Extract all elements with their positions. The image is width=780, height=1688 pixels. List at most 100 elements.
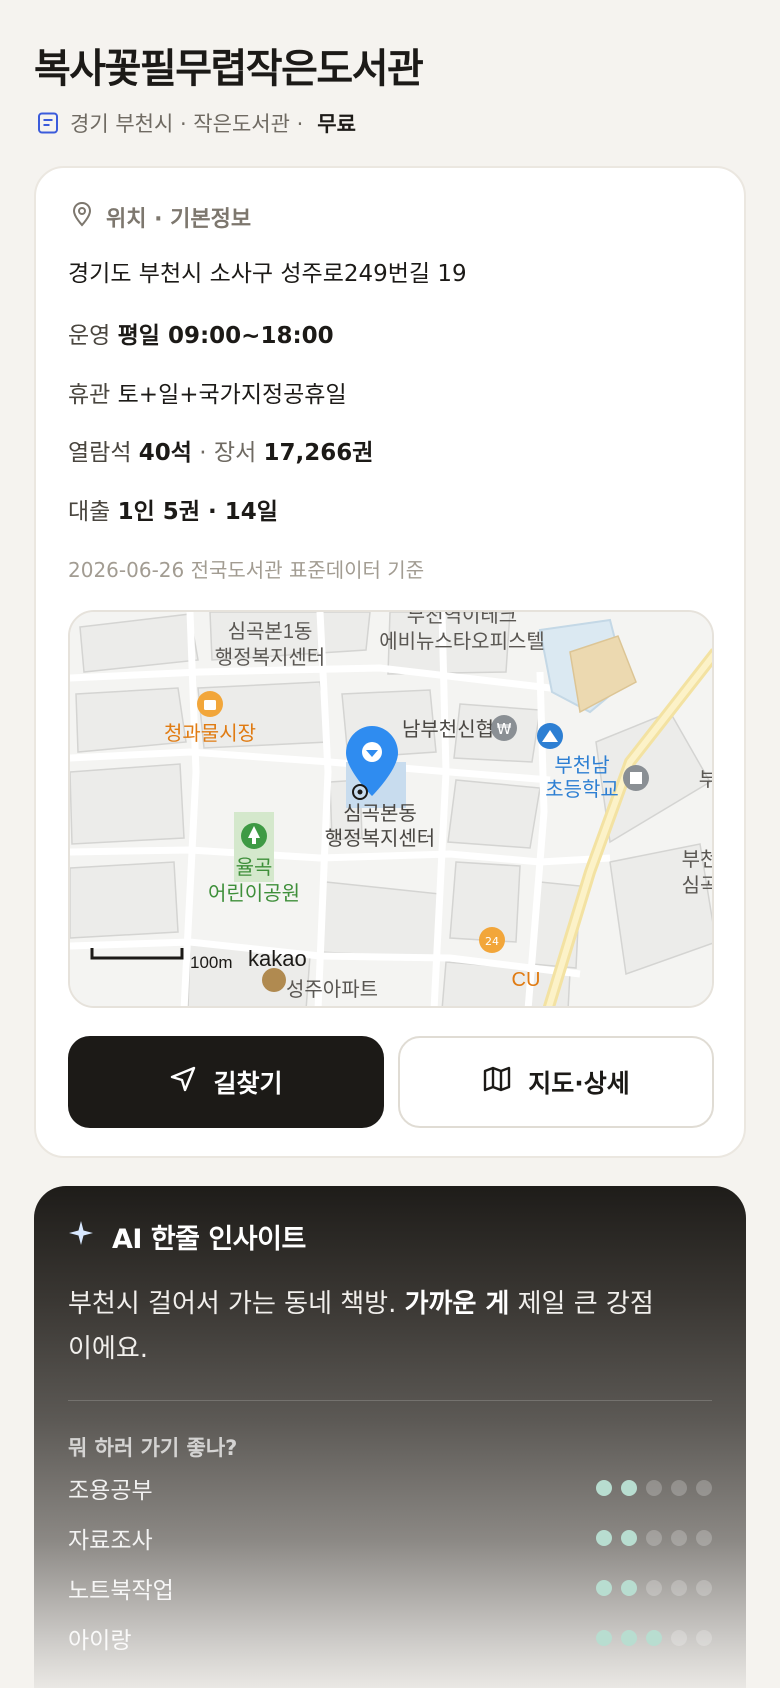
fee-badge: 무료 xyxy=(317,112,356,136)
activity-rating xyxy=(596,1480,712,1496)
map-detail-button-label: 지도·상세 xyxy=(528,1069,630,1098)
rating-dot xyxy=(671,1530,687,1546)
directions-button[interactable]: 길찾기 xyxy=(68,1036,384,1128)
loan-label: 대출 xyxy=(68,499,111,525)
map-label-center-1b: 행정복지센터 xyxy=(215,646,325,669)
divider xyxy=(68,1400,712,1401)
map-label-office-1: 부천역이테크 xyxy=(407,612,517,627)
activity-row: 아이랑 xyxy=(68,1622,712,1654)
seats-label: 열람석 xyxy=(68,440,132,466)
ai-insight-text-1: 부천시 걸어서 가는 동네 책방. xyxy=(68,1289,405,1319)
map-canvas[interactable]: 심곡본1동 행정복지센터 부천역이테크 에비뉴스타오피스텔 청과물시장 남부천신… xyxy=(70,612,714,1008)
hours-value: 평일 09:00~18:00 xyxy=(117,323,334,349)
map-label-school-2: 초등학교 xyxy=(545,778,619,801)
map-detail-button[interactable]: 지도·상세 xyxy=(398,1036,714,1128)
location-map[interactable]: 심곡본1동 행정복지센터 부천역이테크 에비뉴스타오피스텔 청과물시장 남부천신… xyxy=(68,610,714,1008)
map-label-center-2: 심곡본동 xyxy=(343,802,417,825)
activity-question: 뭐 하러 가기 좋나? xyxy=(68,1436,238,1460)
rating-dot xyxy=(671,1480,687,1496)
rating-dot xyxy=(696,1480,712,1496)
map-label-park-1: 율곡 xyxy=(236,857,273,879)
sparkle-icon xyxy=(68,1220,94,1253)
map-label-bank: 남부천신협 xyxy=(402,718,494,741)
closed-label: 휴관 xyxy=(68,382,111,408)
rating-dot xyxy=(596,1630,612,1646)
apartment-icon xyxy=(262,968,286,992)
rating-dot xyxy=(696,1580,712,1596)
map-scale-label: 100m xyxy=(190,953,233,972)
map-label-center-1: 심곡본1동 xyxy=(228,620,313,643)
hours-label: 운영 xyxy=(68,323,111,349)
books-value: 17,266권 xyxy=(263,440,374,466)
info-section-title: 위치 · 기본정보 xyxy=(106,207,252,232)
info-section-header: 위치 · 기본정보 xyxy=(70,200,251,234)
ai-insight-header: AI 한줄 인사이트 xyxy=(68,1218,306,1255)
park-icon xyxy=(241,823,267,849)
svg-text:₩: ₩ xyxy=(497,720,512,738)
map-label-park-2: 어린이공원 xyxy=(208,882,300,905)
navigation-arrow-icon xyxy=(169,1065,197,1099)
capacity-row: 열람석 40석 · 장서 17,266권 xyxy=(68,433,373,467)
address: 경기도 부천시 소사구 성주로249번길 19 xyxy=(68,261,467,287)
subtitle: 경기 부천시 · 작은도서관 · 무료 xyxy=(36,108,356,138)
directions-button-label: 길찾기 xyxy=(213,1069,283,1098)
folded-map-icon xyxy=(482,1065,512,1099)
activity-name: 자료조사 xyxy=(68,1528,153,1554)
rating-dot xyxy=(596,1530,612,1546)
location-pin-icon xyxy=(70,201,94,233)
library-detail-page: 복사꽃필무렵작은도서관 경기 부천시 · 작은도서관 · 무료 위치 · 기본정… xyxy=(0,0,780,1688)
activity-name: 아이랑 xyxy=(68,1628,132,1654)
market-icon xyxy=(197,691,223,717)
ai-insight-card: AI 한줄 인사이트 부천시 걸어서 가는 동네 책방. 가까운 게 제일 큰 … xyxy=(34,1186,746,1688)
map-label-edge-1: 부 xyxy=(699,769,714,791)
rating-dot xyxy=(596,1480,612,1496)
info-card: 위치 · 기본정보 경기도 부천시 소사구 성주로249번길 19 운영 평일 … xyxy=(34,166,746,1158)
rating-dot xyxy=(646,1580,662,1596)
svg-text:24: 24 xyxy=(485,935,499,948)
rating-dot xyxy=(696,1630,712,1646)
landmark-icon xyxy=(623,765,649,791)
school-icon xyxy=(537,723,563,749)
activity-row: 조용공부 xyxy=(68,1472,712,1504)
activity-row: 노트북작업 xyxy=(68,1572,712,1604)
map-label-center-2b: 행정복지센터 xyxy=(325,827,435,850)
activity-row: 자료조사 xyxy=(68,1522,712,1554)
loan-value: 1인 5권 · 14일 xyxy=(117,499,278,525)
rating-dot xyxy=(621,1530,637,1546)
activity-name: 조용공부 xyxy=(68,1478,153,1504)
kakao-logo: kakao xyxy=(248,946,307,971)
store-icon: 24 xyxy=(479,927,505,953)
rating-dot xyxy=(646,1530,662,1546)
subtitle-location: 경기 부천시 · 작은도서관 · xyxy=(70,112,304,136)
ai-insight-title: AI 한줄 인사이트 xyxy=(112,1223,306,1255)
map-label-edge-3: 심곡 xyxy=(682,874,714,897)
map-label-bottom: 성주아파트 xyxy=(286,978,378,1001)
data-source-note: 2026-06-26 전국도서관 표준데이터 기준 xyxy=(68,558,425,582)
books-label: · 장서 xyxy=(199,440,257,466)
activity-rating xyxy=(596,1530,712,1546)
map-label-office-2: 에비뉴스타오피스텔 xyxy=(379,630,545,653)
rating-dot xyxy=(621,1480,637,1496)
rating-dot xyxy=(646,1480,662,1496)
map-label-edge-2: 부천 xyxy=(682,848,714,871)
rating-dot xyxy=(621,1630,637,1646)
rating-dot xyxy=(696,1530,712,1546)
closed-value: 토+일+국가지정공휴일 xyxy=(117,382,347,408)
rating-dot xyxy=(596,1580,612,1596)
rating-dot xyxy=(646,1630,662,1646)
page-title: 복사꽃필무렵작은도서관 xyxy=(34,46,424,92)
rating-dot xyxy=(621,1580,637,1596)
activity-rating xyxy=(596,1580,712,1596)
seats-value: 40석 xyxy=(138,440,192,466)
ai-insight-text: 부천시 걸어서 가는 동네 책방. 가까운 게 제일 큰 강점이에요. xyxy=(68,1282,668,1372)
activity-name: 노트북작업 xyxy=(68,1578,174,1604)
map-label-store: CU xyxy=(512,969,541,991)
rating-dot xyxy=(671,1630,687,1646)
rating-dot xyxy=(671,1580,687,1596)
map-label-school-1: 부천남 xyxy=(554,754,609,777)
activity-rating xyxy=(596,1630,712,1646)
document-icon xyxy=(36,111,60,135)
loan-row: 대출 1인 5권 · 14일 xyxy=(68,492,278,526)
map-label-market: 청과물시장 xyxy=(164,722,256,745)
bank-icon: ₩ xyxy=(491,715,517,741)
